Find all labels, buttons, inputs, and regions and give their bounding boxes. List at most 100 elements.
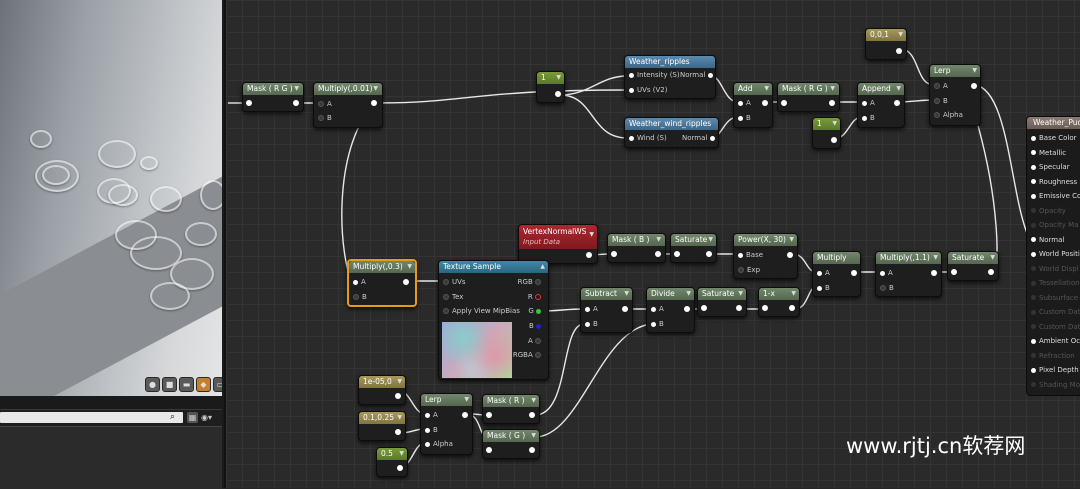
output-g[interactable]: G [528,306,544,316]
result-pin[interactable]: Opacity [1031,206,1066,216]
output-pin[interactable] [586,252,592,258]
pin-a[interactable]: A [934,81,948,91]
input-pin[interactable] [674,251,680,257]
output-pin[interactable] [529,447,535,453]
output-rgba[interactable]: RGBA [513,350,544,360]
output-pin[interactable] [736,305,742,311]
output-pin[interactable] [622,306,628,312]
output-pin[interactable] [293,100,299,106]
node-subtract[interactable]: Subtract ▼ A B [580,287,633,333]
result-pin[interactable]: Specular [1031,162,1070,172]
pin-b[interactable]: B [862,113,875,123]
node-vertex-normal-ws[interactable]: VertexNormalWS Input Data ▼ [518,224,598,264]
output-pin[interactable] [829,100,835,106]
pin-uvs[interactable]: UVs [443,277,466,287]
pin-intensity[interactable]: Intensity (S) [629,70,680,80]
node-mask-rg-2[interactable]: Mask ( R G ) ▼ [777,82,840,112]
result-pin[interactable]: Custom Data [1031,307,1080,317]
pin-a[interactable]: A [862,98,875,108]
node-saturate-3[interactable]: Saturate ▼ [697,287,747,317]
node-constant-001[interactable]: 0,0,1 ▼ [865,28,907,60]
preview-viewport[interactable]: ● ■ ▬ ◆ ▭ [0,0,222,396]
input-pin[interactable] [611,251,617,257]
input-pin[interactable] [951,269,957,275]
result-pin[interactable]: Tessellation [1031,278,1080,288]
output-a[interactable]: A [528,336,544,346]
node-mask-rg-1[interactable]: Mask ( R G ) ▼ [242,82,304,112]
sphere-icon[interactable]: ● [145,377,160,392]
pin-b[interactable]: B [353,292,367,302]
input-pin[interactable] [762,305,768,311]
result-pin[interactable]: Pixel Depth O [1031,365,1080,375]
pin-b[interactable]: B [738,113,751,123]
node-constant-1[interactable]: 1 ▼ [536,71,565,103]
node-weather-wind-ripples[interactable]: Weather_wind_ripples Wind (S) Normal [624,117,719,148]
pin-alpha[interactable]: Alpha [934,110,963,120]
plane-icon[interactable]: ▭ [213,377,222,392]
pin-alpha[interactable]: Alpha [425,439,453,449]
output-pin[interactable] [529,412,535,418]
output-pin[interactable] [762,100,768,106]
pin-tex[interactable]: Tex [443,292,463,302]
pin-b[interactable]: B [318,113,332,123]
pin-uvs[interactable]: UVs (V2) [629,85,668,95]
node-add[interactable]: Add ▼ A B [733,82,773,128]
result-pin[interactable]: Normal [1031,235,1064,245]
pin-a[interactable]: A [817,268,830,278]
output-pin[interactable] [988,269,994,275]
output-pin[interactable] [397,465,403,471]
node-lerp-top[interactable]: Lerp ▼ A B Alpha [929,64,981,126]
output-b[interactable]: B [529,321,544,331]
output-pin[interactable] [403,279,409,285]
node-saturate-1[interactable]: Saturate ▼ [670,233,717,263]
node-power[interactable]: Power(X, 30) ▼ Base Exp [733,233,798,279]
output-pin[interactable] [851,270,857,276]
search-icon[interactable]: ⌕ [170,412,181,423]
pin-a[interactable]: A [585,304,598,314]
pin-a[interactable]: A [425,410,438,420]
output-pin[interactable] [246,100,252,106]
pin-b[interactable]: B [817,283,830,293]
output-pin[interactable] [395,429,401,435]
result-pin[interactable]: Emissive Co [1031,191,1080,201]
cube-icon[interactable]: ■ [162,377,177,392]
node-lerp-bottom[interactable]: Lerp ▼ A B Alpha [420,393,473,455]
result-pin[interactable]: Roughness [1031,177,1077,187]
node-constant-1e05[interactable]: 1e-05,0 ▼ [358,375,406,405]
output-pin[interactable] [371,100,377,106]
pin-b[interactable]: B [651,319,664,329]
output-rgb[interactable]: RGB [518,277,544,287]
output-pin[interactable] [395,393,401,399]
input-pin[interactable] [486,447,492,453]
result-pin[interactable]: World Displ [1031,264,1079,274]
cylinder-icon[interactable]: ▬ [179,377,194,392]
node-weather-ripples[interactable]: Weather_ripples Intensity (S) UVs (V2) N… [624,55,716,99]
output-pin[interactable] [789,305,795,311]
node-append[interactable]: Append ▼ A B [857,82,905,128]
input-pin[interactable] [486,412,492,418]
result-pin[interactable]: Base Color [1031,133,1077,143]
pin-b[interactable]: B [880,283,894,293]
output-pin[interactable] [894,100,900,106]
search-input[interactable] [0,412,183,423]
node-mask-r[interactable]: Mask ( R ) ▼ [482,394,540,424]
pin-b[interactable]: B [425,425,438,435]
input-pin[interactable] [781,100,787,106]
output-pin[interactable] [462,412,468,418]
result-pin[interactable]: Ambient Occ [1031,336,1080,346]
pin-a[interactable]: A [353,277,366,287]
result-pin[interactable]: World Positi [1031,249,1080,259]
node-mask-g[interactable]: Mask ( G ) ▼ [482,429,540,459]
pin-a[interactable]: A [738,98,751,108]
node-multiply-001[interactable]: Multiply(,0.01) ▼ A B [313,82,383,128]
result-pin[interactable]: Shading Mo [1031,380,1080,390]
output-pin[interactable] [655,251,661,257]
result-pin[interactable]: Refraction [1031,351,1075,361]
output-pin[interactable] [971,83,977,89]
output-pin[interactable] [931,270,937,276]
result-pin[interactable]: Custom Data [1031,322,1080,332]
pin-a[interactable]: A [880,268,893,278]
output-normal[interactable]: Normal [682,133,718,143]
output-normal[interactable]: Normal [680,70,716,80]
pin-b[interactable]: B [934,96,948,106]
